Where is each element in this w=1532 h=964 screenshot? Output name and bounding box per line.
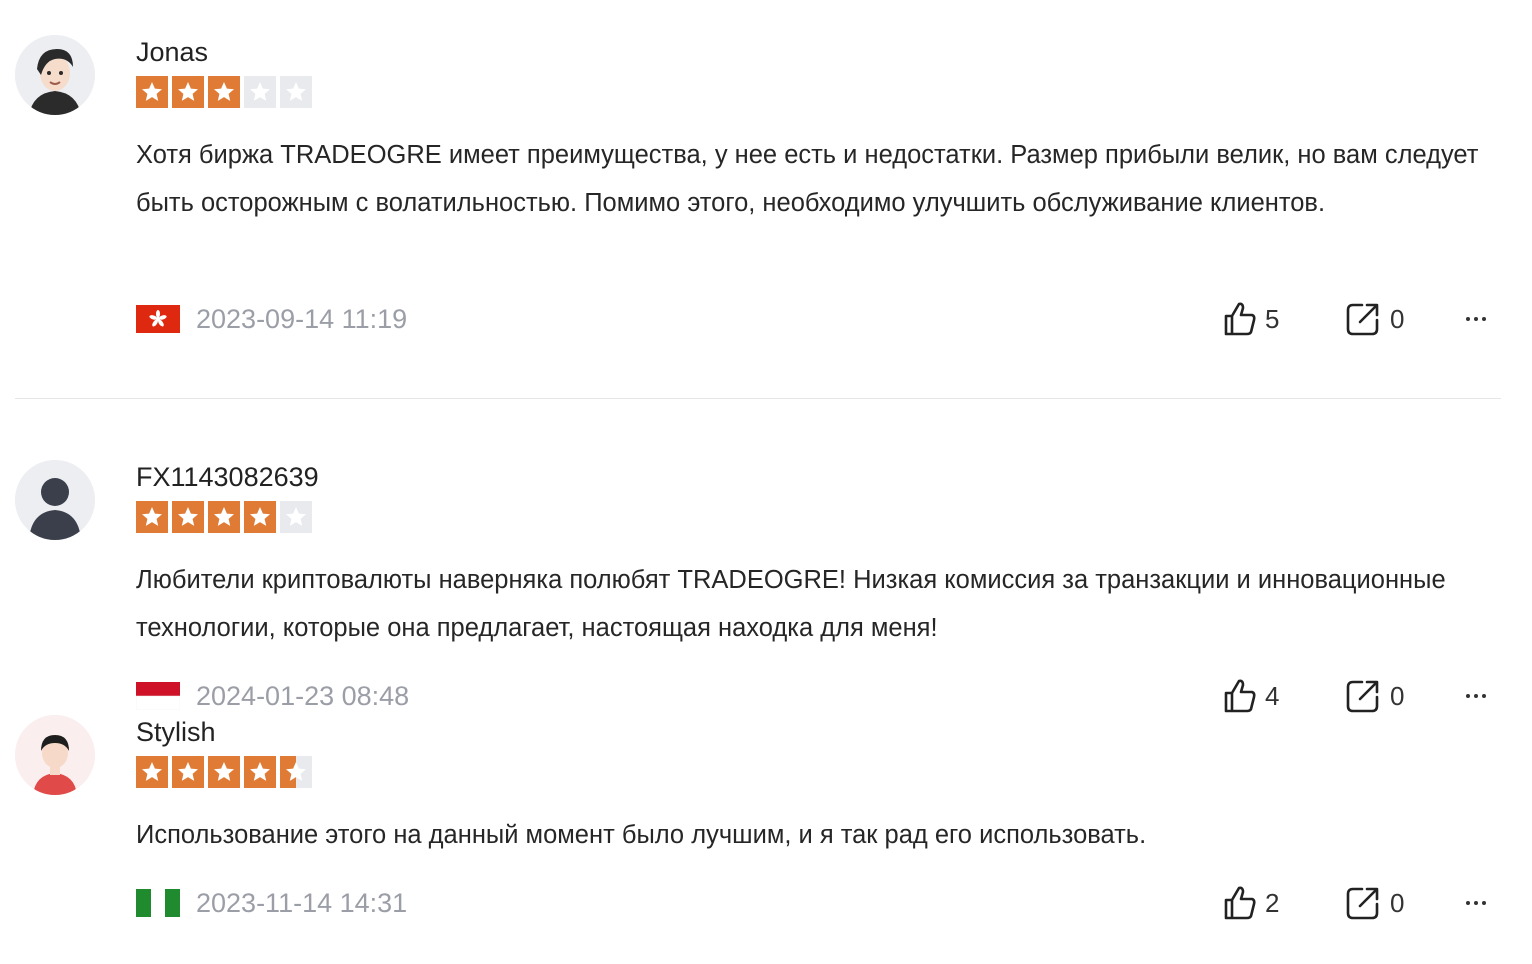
more-button[interactable]: [1466, 678, 1486, 714]
avatar[interactable]: [15, 35, 95, 115]
review-meta: 2023-11-14 14:31 2 0: [136, 885, 1532, 921]
like-button[interactable]: 4: [1221, 678, 1279, 714]
thumbs-up-icon: [1224, 679, 1256, 713]
star-rating: [136, 501, 312, 533]
like-count: 4: [1265, 681, 1280, 711]
review-date: 2024-01-23 08:48: [196, 681, 410, 711]
share-count: 0: [1390, 681, 1405, 711]
star-empty-icon: [280, 76, 312, 108]
username[interactable]: Stylish: [136, 716, 216, 748]
share-icon: [1346, 303, 1379, 336]
star-half-icon: [280, 756, 312, 788]
share-button[interactable]: 0: [1344, 885, 1404, 921]
review-text: Любители криптовалюты наверняка полюбят …: [136, 566, 1446, 642]
thumbs-up-icon: [1224, 302, 1256, 336]
star-icon: [172, 756, 204, 788]
star-icon: [172, 76, 204, 108]
like-count: 5: [1265, 304, 1280, 334]
share-button[interactable]: 0: [1344, 678, 1404, 714]
more-icon: [1466, 901, 1470, 905]
star-icon: [208, 501, 240, 533]
star-icon: [244, 756, 276, 788]
review-meta: 2024-01-23 08:48 4 0: [136, 678, 1532, 714]
thumbs-up-icon: [1224, 886, 1256, 920]
avatar[interactable]: [15, 715, 95, 795]
review-meta: 2023-09-14 11:19 5 0: [136, 301, 1532, 337]
share-icon: [1346, 680, 1379, 713]
review-text: Использование этого на данный момент был…: [136, 821, 1147, 849]
username[interactable]: FX1143082639: [136, 461, 319, 493]
nigeria-flag-icon: [136, 889, 180, 917]
like-count: 2: [1265, 888, 1280, 918]
hong-kong-flag-icon: [136, 305, 180, 333]
more-icon-dot: [1474, 317, 1478, 321]
avatar[interactable]: [15, 460, 95, 540]
star-icon: [136, 76, 168, 108]
more-icon-dot: [1474, 901, 1478, 905]
review-date: 2023-09-14 11:19: [196, 304, 408, 334]
star-empty-icon: [280, 501, 312, 533]
more-button[interactable]: [1466, 301, 1486, 337]
star-icon: [244, 501, 276, 533]
star-rating: [136, 756, 312, 788]
indonesia-flag-icon: [136, 682, 180, 710]
more-icon-dot: [1482, 901, 1486, 905]
star-icon: [172, 501, 204, 533]
more-icon-dot: [1482, 317, 1486, 321]
star-icon: [208, 756, 240, 788]
share-count: 0: [1390, 888, 1405, 918]
star-rating: [136, 76, 312, 108]
review-date: 2023-11-14 14:31: [196, 888, 408, 918]
divider: [15, 398, 1501, 399]
share-icon: [1346, 887, 1379, 920]
more-icon: [1466, 317, 1470, 321]
more-icon-dot: [1482, 694, 1486, 698]
more-icon: [1466, 694, 1470, 698]
more-button[interactable]: [1466, 885, 1486, 921]
share-count: 0: [1390, 304, 1405, 334]
username[interactable]: Jonas: [136, 36, 208, 68]
share-button[interactable]: 0: [1344, 301, 1404, 337]
star-empty-icon: [244, 76, 276, 108]
like-button[interactable]: 2: [1221, 885, 1279, 921]
star-icon: [208, 76, 240, 108]
star-icon: [136, 756, 168, 788]
more-icon-dot: [1474, 694, 1478, 698]
star-icon: [136, 501, 168, 533]
review-text: Хотя биржа TRADEOGRE имеет преимущества,…: [136, 141, 1479, 217]
like-button[interactable]: 5: [1221, 301, 1279, 337]
